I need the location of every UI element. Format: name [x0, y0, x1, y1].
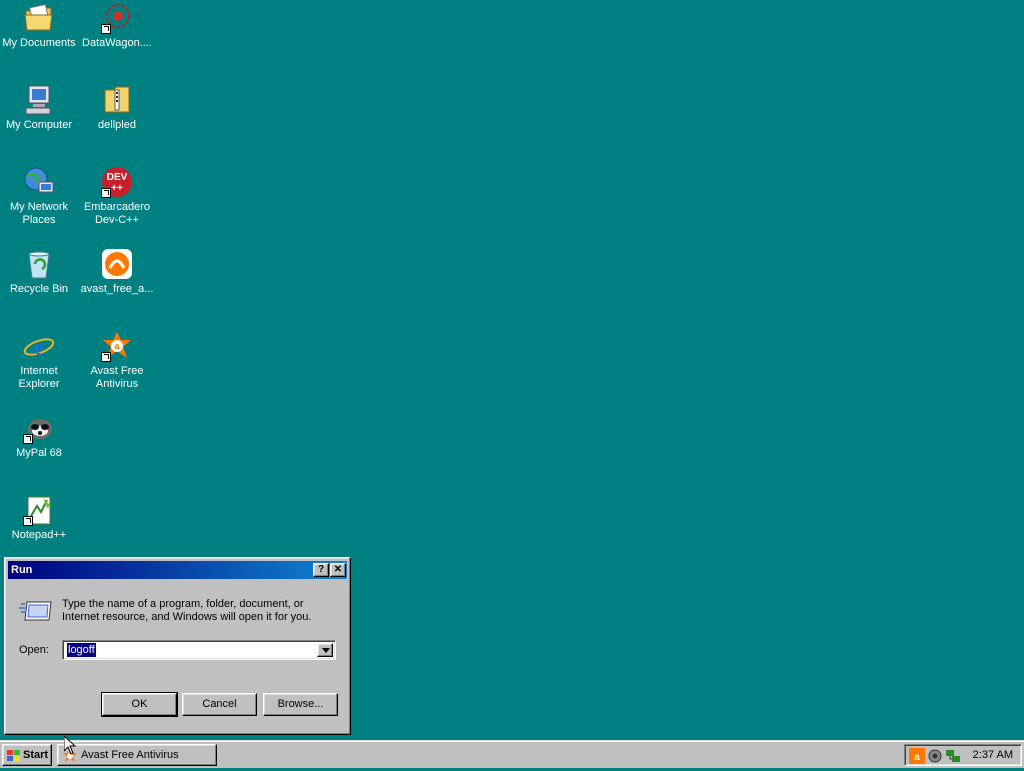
run-dialog-title: Run — [11, 564, 33, 576]
desktop-icon-label: Internet Explorer — [18, 365, 60, 390]
desktop-icon-my-network-places[interactable]: My Network Places — [0, 166, 78, 227]
shortcut-arrow-icon — [101, 24, 111, 34]
svg-text:e: e — [34, 335, 45, 361]
desktop-icon-mypal[interactable]: MyPal 68 — [0, 412, 78, 460]
desktop-icon-label: dellpled — [98, 119, 136, 131]
run-dialog-titlebar[interactable]: Run ? ✕ — [8, 561, 347, 579]
avast-icon: a — [101, 330, 133, 362]
shortcut-arrow-icon — [23, 516, 33, 526]
start-button[interactable]: Start — [2, 744, 52, 766]
shortcut-arrow-icon — [23, 434, 33, 444]
windows-logo-icon — [7, 749, 21, 761]
desktop-icon-avast-installer[interactable]: avast_free_a... — [78, 248, 156, 296]
desktop-icon-label: Avast Free Antivirus — [90, 365, 144, 390]
notepadpp-icon — [23, 494, 55, 526]
cancel-button[interactable]: Cancel — [182, 693, 257, 716]
desktop-icon-label: MyPal 68 — [16, 447, 62, 459]
start-label: Start — [23, 749, 49, 761]
avast-installer-icon — [101, 248, 133, 280]
desktop-icon-internet-explorer[interactable]: e Internet Explorer — [0, 330, 78, 391]
svg-text:++: ++ — [111, 183, 123, 194]
mypal-icon — [23, 412, 55, 444]
shortcut-arrow-icon — [101, 188, 111, 198]
system-tray: a 2:37 AM — [904, 744, 1022, 766]
network-places-icon — [23, 166, 55, 198]
desktop-icon-avast[interactable]: a Avast Free Antivirus — [78, 330, 156, 391]
recycle-bin-icon — [23, 248, 55, 280]
svg-text:DEV: DEV — [107, 172, 128, 183]
desktop-icon-label: Embarcadero Dev-C++ — [83, 201, 151, 226]
desktop-icon-my-documents[interactable]: My Documents — [0, 2, 78, 50]
desktop-icon-label: Recycle Bin — [9, 283, 69, 295]
desktop-icon-label: My Computer — [5, 119, 73, 131]
open-input[interactable]: logoff — [67, 643, 96, 657]
svg-text:a: a — [914, 752, 920, 763]
run-dialog: Run ? ✕ Type the name of a program, fold… — [4, 557, 351, 735]
speaker-tray-icon[interactable] — [927, 748, 943, 764]
open-combobox[interactable]: logoff — [62, 640, 336, 660]
close-button[interactable]: ✕ — [330, 563, 346, 577]
network-tray-icon[interactable] — [945, 748, 961, 764]
desktop-icon-label: My Documents — [2, 37, 76, 49]
desktop-icon-dellpled[interactable]: dellpled — [78, 84, 156, 132]
taskbar: Start Avast Free Antivirus a 2:37 AM — [0, 740, 1024, 768]
browse-button[interactable]: Browse... — [263, 693, 338, 716]
desktop-icon-label: My Network Places — [9, 201, 69, 226]
datawagon-icon — [101, 2, 133, 34]
run-dialog-description: Type the name of a program, folder, docu… — [62, 598, 312, 623]
desktop-icon-devcpp[interactable]: DEV ++ Embarcadero Dev-C++ — [78, 166, 156, 227]
desktop-icon-label: Notepad++ — [11, 529, 67, 541]
desktop-icon-datawagon[interactable]: DataWagon.... — [78, 2, 156, 50]
desktop-icon-label: avast_free_a... — [80, 283, 154, 295]
combo-dropdown-arrow-icon[interactable] — [317, 643, 333, 657]
desktop-icon-notepadpp[interactable]: Notepad++ — [0, 494, 78, 542]
clock[interactable]: 2:37 AM — [973, 745, 1013, 765]
taskbar-button-avast[interactable]: Avast Free Antivirus — [57, 744, 217, 766]
zip-folder-icon — [101, 84, 133, 116]
run-icon — [19, 598, 53, 624]
devcpp-icon: DEV ++ — [101, 166, 133, 198]
desktop-icon-label: DataWagon.... — [82, 37, 152, 49]
computer-icon — [23, 84, 55, 116]
desktop-icon-my-computer[interactable]: My Computer — [0, 84, 78, 132]
mouse-cursor-icon — [63, 734, 77, 755]
taskbar-button-label: Avast Free Antivirus — [81, 749, 179, 761]
ok-button[interactable]: OK — [101, 692, 178, 717]
internet-explorer-icon: e — [23, 330, 55, 362]
help-button[interactable]: ? — [313, 563, 329, 577]
shortcut-arrow-icon — [101, 352, 111, 362]
open-label: Open: — [19, 644, 49, 656]
folder-documents-icon — [23, 2, 55, 34]
avast-tray-icon[interactable]: a — [909, 748, 925, 764]
desktop-icon-recycle-bin[interactable]: Recycle Bin — [0, 248, 78, 296]
